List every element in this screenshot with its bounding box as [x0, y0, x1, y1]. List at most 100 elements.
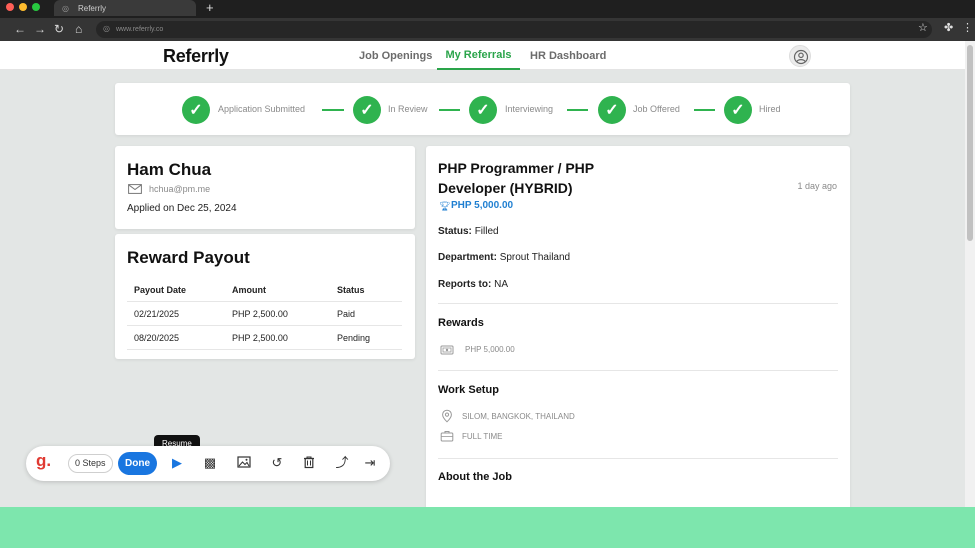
new-tab-button[interactable]: +	[206, 0, 214, 16]
employment-type: FULL TIME	[462, 432, 503, 441]
job-title: PHP Programmer / PHP Developer (HYBRID)	[438, 160, 594, 196]
job-reports-to: Reports to: NA	[438, 279, 508, 290]
column-header-amount: Amount	[232, 285, 266, 295]
trash-svg	[304, 456, 314, 469]
posted-time: 1 day ago	[797, 181, 837, 191]
step-check-icon: ✓	[724, 96, 752, 124]
window-controls	[6, 3, 40, 11]
work-setup-title: Work Setup	[438, 384, 499, 396]
step-label-application-submitted: Application Submitted	[218, 104, 306, 114]
undo-icon[interactable]: ↺	[269, 455, 285, 471]
done-button[interactable]: Done	[118, 452, 157, 475]
mail-icon	[128, 184, 142, 194]
scrollbar-thumb[interactable]	[967, 45, 973, 241]
candidate-card: Ham Chua hchua@pm.me Applied on Dec 25, …	[115, 146, 415, 229]
status-label: Status:	[438, 226, 472, 237]
minimize-window-button[interactable]	[19, 3, 27, 11]
globe-icon: ◎	[62, 3, 69, 13]
browser-menu-icon[interactable]: ⋮	[962, 21, 973, 34]
department-value: Sprout Thailand	[499, 252, 571, 263]
step-label-hired: Hired	[759, 104, 781, 114]
location-pin-icon	[442, 409, 452, 423]
steps-counter[interactable]: 0 Steps	[68, 454, 113, 473]
rewards-title: Rewards	[438, 317, 484, 329]
bookmark-star-icon[interactable]: ☆	[918, 21, 928, 34]
rewards-value: PHP 5,000.00	[465, 345, 515, 354]
payout-amount-cell: PHP 2,500.00	[232, 333, 288, 343]
reports-to-label: Reports to:	[438, 279, 492, 290]
column-header-payout-date: Payout Date	[134, 285, 187, 295]
applied-date: Applied on Dec 25, 2024	[127, 203, 237, 214]
payout-status-cell: Pending	[337, 333, 371, 343]
table-row: 02/21/2025 PHP 2,500.00 Paid	[127, 302, 402, 326]
table-row: 08/20/2025 PHP 2,500.00 Pending	[127, 326, 402, 350]
status-value: Filled	[474, 226, 499, 237]
step-label-job-offered: Job Offered	[633, 104, 680, 114]
recorder-logo[interactable]: g.	[36, 451, 51, 471]
step-label-in-review: In Review	[388, 104, 428, 114]
image-svg	[237, 456, 251, 468]
payout-date-cell: 08/20/2025	[134, 333, 180, 343]
url-text: www.referrly.co	[116, 26, 164, 33]
maximize-window-button[interactable]	[32, 3, 40, 11]
about-job-title: About the Job	[438, 471, 512, 483]
blur-icon[interactable]: ▩	[202, 455, 218, 471]
reports-to-value: NA	[494, 279, 509, 290]
step-check-icon: ✓	[469, 96, 497, 124]
forward-arrow-icon[interactable]: →	[34, 20, 46, 38]
image-icon[interactable]	[236, 455, 252, 471]
browser-tab-bar: ◎ Referrly +	[0, 0, 975, 18]
skip-end-icon[interactable]: ⇥	[362, 455, 378, 471]
payout-status-cell: Paid	[337, 309, 356, 319]
arrow-up-icon[interactable]: ⤴	[334, 455, 350, 471]
user-circle-icon	[793, 49, 809, 65]
home-icon[interactable]: ⌂	[75, 20, 82, 38]
job-detail-card: PHP Programmer / PHP Developer (HYBRID) …	[426, 146, 850, 526]
page-scrollbar[interactable]	[965, 41, 975, 507]
step-connector	[567, 109, 588, 111]
step-check-icon: ✓	[598, 96, 626, 124]
step-connector	[439, 109, 460, 111]
divider	[438, 458, 838, 459]
progress-tracker: ✓ Application Submitted ✓ In Review ✓ In…	[115, 83, 850, 135]
job-status: Status: Filled	[438, 226, 499, 237]
reload-icon[interactable]: ↻	[54, 20, 64, 38]
candidate-email[interactable]: hchua@pm.me	[149, 184, 210, 194]
divider	[438, 370, 838, 371]
app-logo[interactable]: Referrly	[163, 46, 229, 67]
recorder-toolbar: g. 0 Steps Done ▶ ▩ ↺ ⤴ ⇥	[26, 446, 390, 481]
user-avatar[interactable]	[789, 45, 811, 67]
play-icon[interactable]: ▶	[169, 455, 185, 471]
back-arrow-icon[interactable]: ←	[14, 20, 26, 38]
nav-hr-dashboard[interactable]: HR Dashboard	[530, 41, 606, 70]
browser-tab[interactable]: ◎ Referrly	[54, 0, 196, 16]
tab-title: Referrly	[77, 3, 106, 13]
job-department: Department: Sprout Thailand	[438, 252, 570, 263]
payout-date-cell: 02/21/2025	[134, 309, 180, 319]
payout-table: Payout Date Amount Status 02/21/2025 PHP…	[127, 278, 402, 350]
payout-amount-cell: PHP 2,500.00	[232, 309, 288, 319]
address-bar-row: ← → ↻ ⌂ ◎ www.referrly.co ☆ ✤ ⋮	[0, 18, 975, 41]
reward-payout-title: Reward Payout	[127, 248, 250, 267]
url-field[interactable]: ◎ www.referrly.co	[96, 21, 932, 38]
nav-job-openings[interactable]: Job Openings	[359, 41, 432, 70]
money-icon	[440, 345, 454, 355]
job-reward-amount: PHP 5,000.00	[451, 200, 514, 211]
trophy-icon: 🏆︎	[439, 201, 451, 211]
close-window-button[interactable]	[6, 3, 14, 11]
step-check-icon: ✓	[182, 96, 210, 124]
job-location: SILOM, BANGKOK, THAILAND	[462, 412, 575, 421]
department-label: Department:	[438, 252, 497, 263]
nav-my-referrals[interactable]: My Referrals	[437, 41, 520, 70]
table-header-row: Payout Date Amount Status	[127, 278, 402, 302]
step-connector	[322, 109, 344, 111]
trash-icon[interactable]	[301, 455, 317, 471]
reward-payout-card: Reward Payout Payout Date Amount Status …	[115, 234, 415, 359]
briefcase-icon	[440, 431, 454, 442]
app-header: Referrly Job Openings My Referrals HR Da…	[0, 41, 965, 70]
bottom-overlay-band	[0, 507, 975, 548]
site-info-icon[interactable]: ◎	[103, 24, 110, 33]
step-connector	[694, 109, 715, 111]
extensions-icon[interactable]: ✤	[944, 21, 953, 34]
candidate-name: Ham Chua	[127, 160, 212, 179]
